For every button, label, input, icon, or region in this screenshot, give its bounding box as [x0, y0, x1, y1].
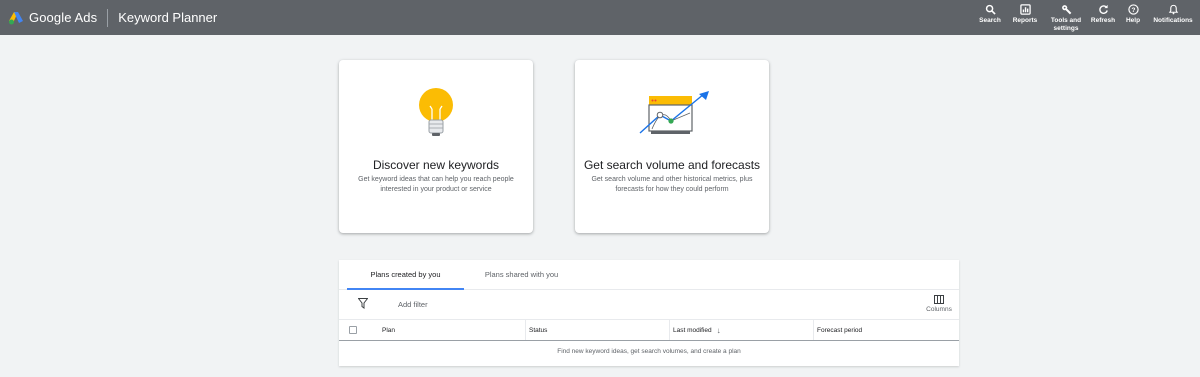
empty-state-message: Find new keyword ideas, get search volum… — [557, 348, 741, 355]
notifications-button[interactable]: Notifications — [1150, 0, 1196, 35]
plans-tabs: Plans created by you Plans shared with y… — [339, 260, 959, 290]
discover-keywords-description: Get keyword ideas that can help you reac… — [358, 176, 514, 193]
bell-icon — [1168, 4, 1178, 15]
header-tools: Search Reports Tools and settings Refres… — [976, 0, 1200, 35]
search-volume-forecasts-card[interactable]: Get search volume and forecasts Get sear… — [575, 60, 769, 233]
column-header-status[interactable]: Status — [525, 320, 670, 340]
google-ads-logo[interactable]: Google Ads — [8, 10, 97, 26]
columns-button[interactable]: Columns — [925, 295, 953, 313]
search-label: Search — [979, 17, 1001, 24]
filter-bar: Add filter Columns — [339, 290, 959, 320]
columns-icon — [934, 295, 944, 304]
columns-label: Columns — [926, 306, 952, 313]
tools-and-settings-button[interactable]: Tools and settings — [1046, 0, 1086, 35]
tools-and-settings-label: Tools and settings — [1050, 17, 1082, 32]
discover-keywords-title: Discover new keywords — [372, 158, 500, 172]
discover-keywords-card[interactable]: Discover new keywords Get keyword ideas … — [339, 60, 533, 233]
refresh-button[interactable]: Refresh — [1088, 0, 1118, 35]
plans-table-header: Plan Status Last modified ↓ Forecast per… — [339, 320, 959, 341]
select-all-checkbox[interactable] — [349, 326, 357, 334]
svg-text:?: ? — [1131, 7, 1135, 14]
column-header-last-modified[interactable]: Last modified ↓ — [669, 320, 814, 340]
reports-icon — [1019, 4, 1031, 15]
reports-button[interactable]: Reports — [1010, 0, 1040, 35]
last-modified-label: Last modified — [673, 326, 712, 334]
lightbulb-icon — [419, 88, 453, 136]
tab-plans-created-by-you[interactable]: Plans created by you — [347, 260, 464, 290]
add-filter-button[interactable]: Add filter — [398, 300, 428, 309]
wrench-icon — [1061, 5, 1071, 15]
refresh-icon — [1098, 4, 1108, 14]
sort-descending-icon: ↓ — [716, 325, 721, 335]
help-label: Help — [1125, 17, 1141, 24]
google-ads-logo-icon — [9, 11, 23, 24]
filter-icon[interactable] — [358, 298, 368, 309]
help-button[interactable]: ? Help — [1122, 0, 1144, 35]
notifications-label: Notifications — [1153, 17, 1193, 24]
select-all-cell — [349, 320, 358, 340]
page-title: Keyword Planner — [118, 10, 218, 25]
help-icon: ? — [1127, 4, 1139, 15]
refresh-label: Refresh — [1090, 17, 1116, 24]
search-icon — [985, 4, 996, 15]
column-header-forecast-period[interactable]: Forecast period — [813, 320, 959, 340]
top-app-bar: Google Ads Keyword Planner Search Report… — [0, 0, 1200, 35]
header-divider — [107, 8, 109, 27]
search-volume-forecasts-description: Get search volume and other historical m… — [591, 176, 753, 193]
plans-panel: Plans created by you Plans shared with y… — [339, 260, 959, 366]
brand-name: Google Ads — [29, 10, 98, 25]
tab-plans-shared-with-you[interactable]: Plans shared with you — [464, 260, 579, 289]
trend-chart-icon — [639, 91, 709, 134]
reports-label: Reports — [1012, 17, 1038, 24]
search-button[interactable]: Search — [976, 0, 1004, 35]
search-volume-forecasts-title: Get search volume and forecasts — [583, 158, 761, 172]
column-header-plan[interactable]: Plan — [382, 320, 395, 340]
